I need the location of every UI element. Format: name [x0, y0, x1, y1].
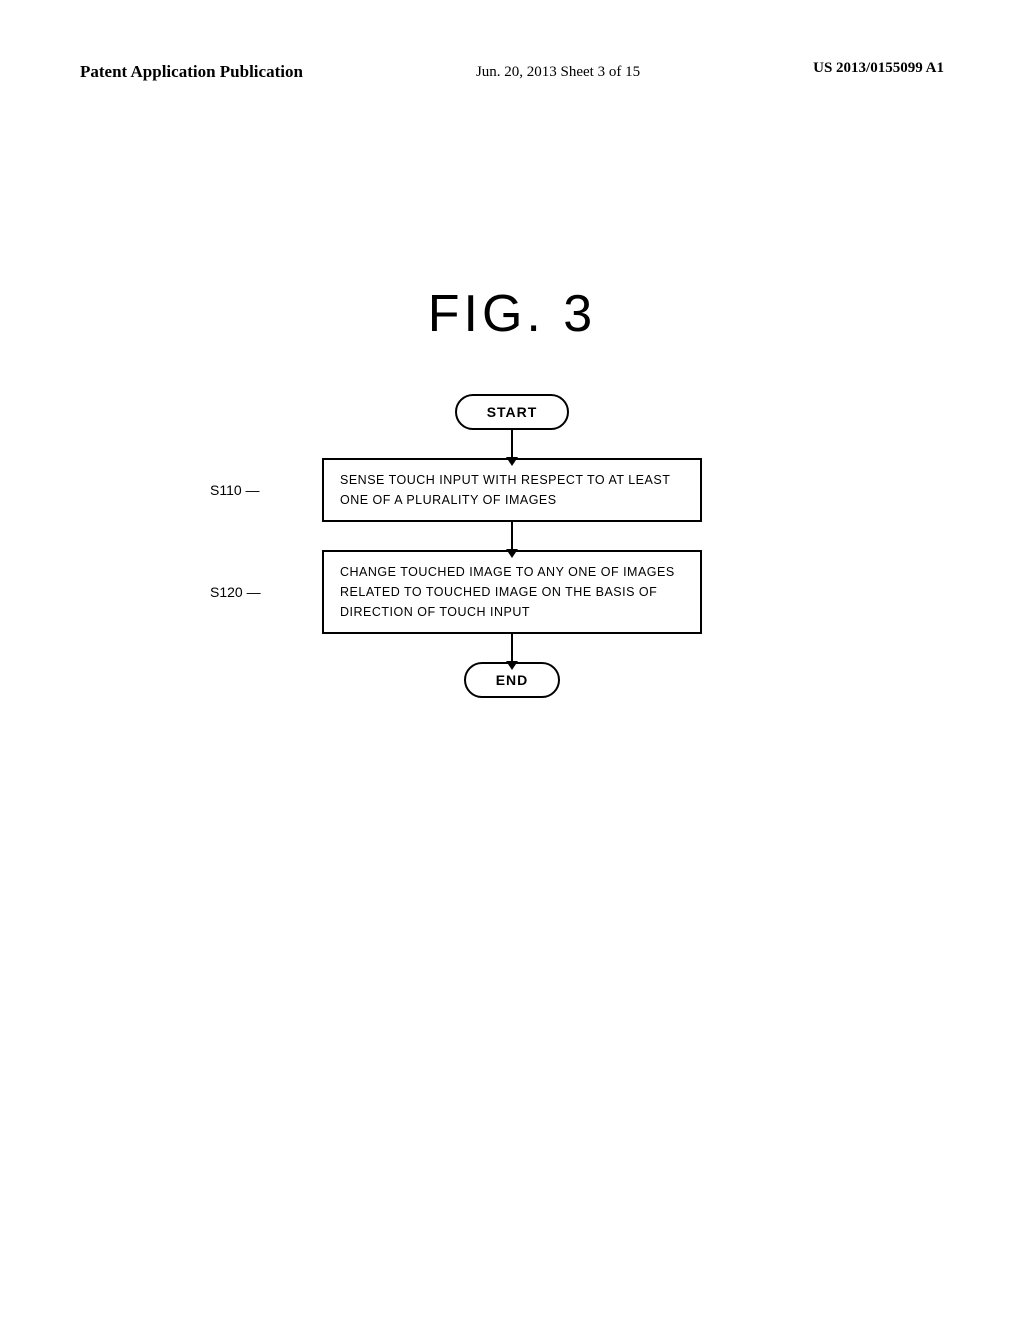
header-publication-label: Patent Application Publication — [80, 60, 303, 84]
step-row-s110: S110 — SENSE TOUCH INPUT WITH RESPECT TO… — [80, 458, 944, 522]
step-s110-label: S110 — — [210, 482, 260, 498]
patent-page: Patent Application Publication Jun. 20, … — [0, 0, 1024, 1320]
start-oval: START — [455, 394, 570, 430]
header-date-sheet: Jun. 20, 2013 Sheet 3 of 15 — [476, 60, 640, 84]
header-patent-number: US 2013/0155099 A1 — [813, 60, 944, 77]
arrow-start-to-s110 — [511, 430, 513, 458]
process-box-s120: CHANGE TOUCHED IMAGE TO ANY ONE OF IMAGE… — [322, 550, 702, 634]
process-box-s110: SENSE TOUCH INPUT WITH RESPECT TO AT LEA… — [322, 458, 702, 522]
arrow-s120-to-end — [511, 634, 513, 662]
step-s120-label: S120 — — [210, 584, 261, 600]
figure-title: FIG. 3 — [80, 284, 944, 344]
arrow-s110-to-s120 — [511, 522, 513, 550]
step-row-s120: S120 — CHANGE TOUCHED IMAGE TO ANY ONE O… — [80, 550, 944, 634]
flowchart: START S110 — SENSE TOUCH INPUT WITH RESP… — [80, 394, 944, 698]
page-header: Patent Application Publication Jun. 20, … — [80, 60, 944, 84]
